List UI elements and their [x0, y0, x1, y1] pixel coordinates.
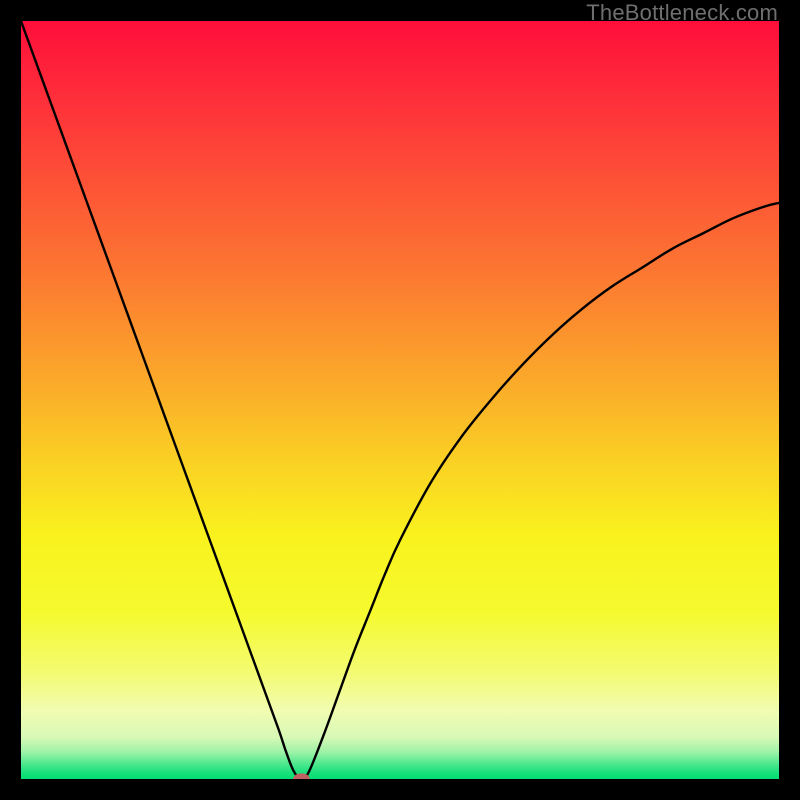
chart-frame	[21, 21, 779, 779]
watermark-text: TheBottleneck.com	[586, 0, 778, 26]
bottleneck-chart	[21, 21, 779, 779]
gradient-background	[21, 21, 779, 779]
